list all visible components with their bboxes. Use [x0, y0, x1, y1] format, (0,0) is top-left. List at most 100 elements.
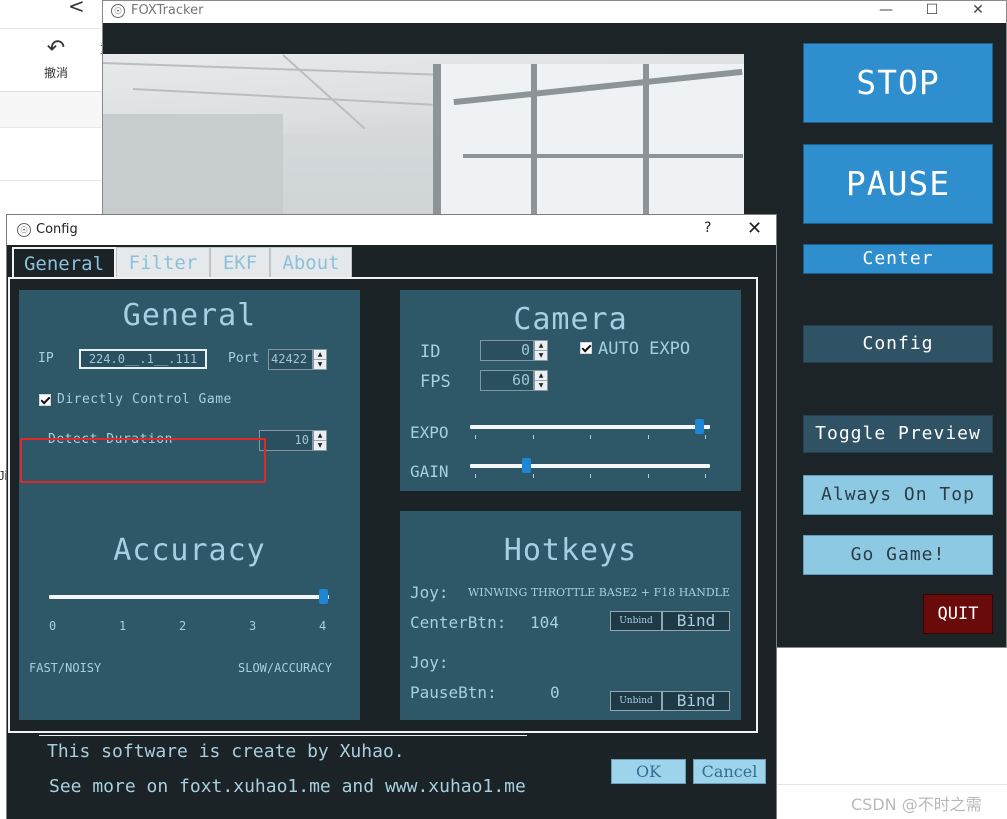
accuracy-tick-2: 2 [179, 619, 187, 633]
joy-device-name: WINWING THROTTLE BASE2 + F18 HANDLE [468, 586, 731, 599]
ip-label: IP [38, 351, 54, 366]
foxtracker-titlebar[interactable]: ☉ FOXTracker — ☐ ✕ [103, 1, 1006, 23]
center-unbind-button[interactable]: Unbind [610, 611, 662, 631]
ip-input[interactable]: 224.0__.1__.111 [79, 349, 207, 369]
gain-slider-track[interactable] [470, 464, 710, 468]
config-dialog: ☉ Config ? ✕ General Filter EKF About Ge… [6, 214, 777, 819]
joy-label-2: Joy: [410, 653, 449, 672]
port-input[interactable]: 42422 [268, 349, 313, 370]
accuracy-max-label: SLOW/ACCURACY [238, 661, 332, 675]
expo-slider-track[interactable] [470, 425, 710, 429]
stepper-up-icon[interactable]: ▲ [314, 431, 326, 441]
stepper-down-icon[interactable]: ▼ [535, 381, 547, 391]
detect-duration-input[interactable]: 10 [259, 430, 313, 451]
camera-fps-input[interactable]: 60 [480, 370, 534, 391]
go-game-button[interactable]: Go Game! [803, 535, 993, 575]
camera-title: Camera [513, 302, 628, 337]
center-bind-button[interactable]: Bind [662, 611, 730, 631]
gain-label: GAIN [410, 462, 449, 481]
accuracy-tick-1: 1 [119, 619, 127, 633]
help-button[interactable]: ? [704, 220, 711, 236]
preview-window-frame [643, 64, 649, 219]
toggle-preview-button[interactable]: Toggle Preview [803, 415, 993, 453]
info-line-2: See more on foxt.xuhao1.me and www.xuhao… [49, 776, 526, 797]
stepper-up-icon[interactable]: ▲ [535, 371, 547, 381]
port-stepper[interactable]: ▲ ▼ [313, 349, 327, 370]
info-divider [39, 735, 527, 736]
info-line-1: This software is create by Xuhao. [47, 741, 405, 762]
center-button[interactable]: Center [803, 244, 993, 274]
preview-window-frame [463, 154, 743, 158]
expo-tick [533, 435, 534, 439]
expo-tick [590, 435, 591, 439]
preview-wall [103, 114, 283, 219]
foxtracker-title: FOXTracker [131, 3, 204, 18]
stepper-down-icon[interactable]: ▼ [314, 441, 326, 451]
stepper-up-icon[interactable]: ▲ [535, 341, 547, 351]
general-tab-content: General IP 224.0__.1__.111 Port 42422 ▲ … [8, 277, 758, 733]
undo-button[interactable]: ↶ 撤消 [38, 37, 74, 81]
pause-bind-button[interactable]: Bind [662, 691, 730, 711]
watermark: CSDN @不时之需 [851, 795, 982, 814]
accuracy-tick-0: 0 [49, 619, 57, 633]
expo-tick [475, 435, 476, 439]
back-arrow-icon[interactable]: < [68, 0, 85, 18]
preview-window-frame [433, 64, 441, 219]
pause-btn-value: 0 [550, 683, 560, 702]
accuracy-slider-track[interactable] [49, 595, 329, 599]
hotkeys-panel: Hotkeys Joy: WINWING THROTTLE BASE2 + F1… [400, 511, 741, 720]
expo-slider-handle[interactable] [695, 419, 704, 434]
tab-filter[interactable]: Filter [116, 247, 210, 278]
stepper-down-icon[interactable]: ▼ [535, 351, 547, 361]
pause-button[interactable]: PAUSE [803, 144, 993, 224]
close-button[interactable]: ✕ [955, 1, 1001, 23]
camera-fps-stepper[interactable]: ▲ ▼ [534, 370, 548, 391]
pause-unbind-button[interactable]: Unbind [610, 691, 662, 711]
detect-duration-stepper[interactable]: ▲ ▼ [313, 430, 327, 451]
gain-tick [533, 474, 534, 478]
camera-id-label: ID [420, 342, 441, 362]
fox-app-icon: ☉ [111, 4, 125, 18]
ok-button[interactable]: OK [611, 759, 686, 784]
camera-fps-label: FPS [420, 372, 451, 392]
config-titlebar[interactable]: ☉ Config ? ✕ [7, 215, 776, 245]
pause-btn-label: PauseBtn: [410, 683, 497, 702]
undo-label: 撤消 [43, 66, 68, 80]
tab-about[interactable]: About [270, 247, 352, 278]
fox-app-icon: ☉ [17, 223, 31, 237]
preview-window-frame [531, 64, 537, 219]
expo-tick [648, 435, 649, 439]
config-button[interactable]: Config [803, 325, 993, 363]
maximize-button[interactable]: ☐ [909, 1, 955, 23]
auto-expo-checkbox[interactable] [580, 342, 592, 354]
quit-button[interactable]: QUIT [923, 594, 993, 634]
cancel-button[interactable]: Cancel [693, 759, 766, 784]
minimize-button[interactable]: — [863, 1, 909, 23]
camera-id-input[interactable]: 0 [480, 340, 534, 361]
background-divider [0, 180, 105, 181]
gain-slider-handle[interactable] [522, 458, 531, 473]
gain-tick [590, 474, 591, 478]
camera-id-stepper[interactable]: ▲ ▼ [534, 340, 548, 361]
close-icon[interactable]: ✕ [747, 218, 762, 239]
general-panel: General IP 224.0__.1__.111 Port 42422 ▲ … [19, 290, 360, 720]
auto-expo-label: AUTO EXPO [598, 339, 691, 359]
accuracy-title: Accuracy [113, 533, 266, 568]
tab-general[interactable]: General [12, 247, 116, 278]
gain-tick [648, 474, 649, 478]
port-label: Port [228, 351, 260, 366]
config-title: Config [36, 222, 78, 237]
stepper-up-icon[interactable]: ▲ [314, 350, 326, 360]
stepper-down-icon[interactable]: ▼ [314, 360, 326, 370]
joy-label: Joy: [410, 583, 449, 602]
stop-button[interactable]: STOP [803, 43, 993, 123]
directly-control-game-label: Directly Control Game [57, 392, 232, 407]
directly-control-game-checkbox[interactable] [39, 394, 51, 406]
accuracy-min-label: FAST/NOISY [29, 661, 102, 675]
accuracy-slider-handle[interactable] [319, 589, 328, 604]
expo-label: EXPO [410, 423, 449, 442]
camera-preview [103, 54, 744, 219]
always-on-top-button[interactable]: Always On Top [803, 475, 993, 515]
gain-tick [705, 474, 706, 478]
tab-ekf[interactable]: EKF [210, 247, 270, 278]
